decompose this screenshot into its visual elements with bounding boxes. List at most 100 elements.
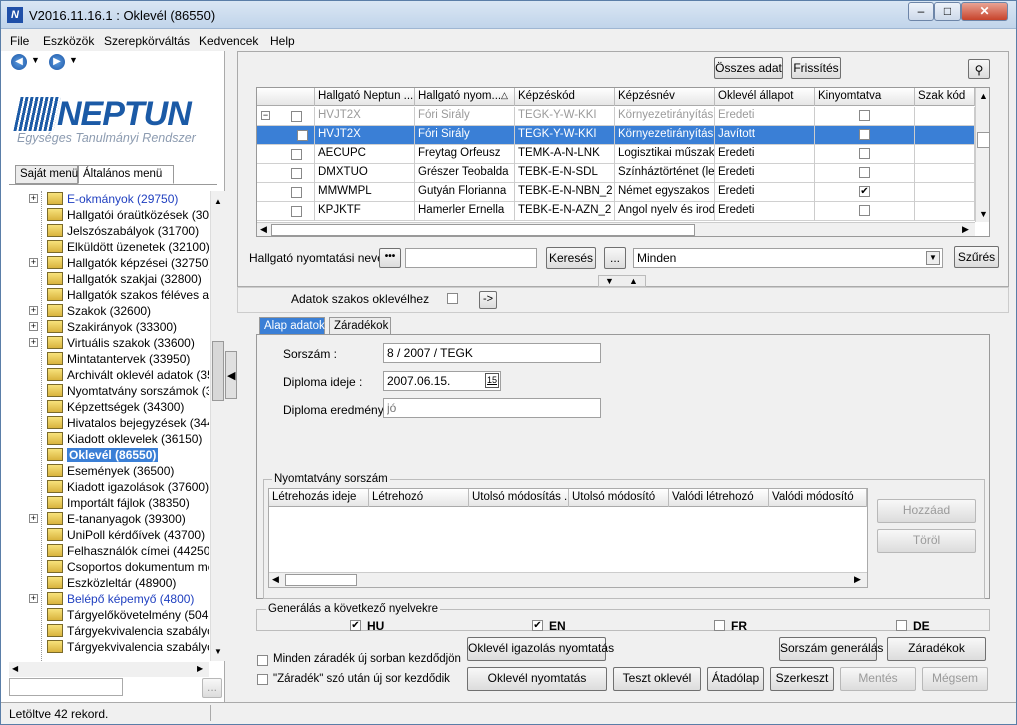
tab-general-menu[interactable]: Általános menü <box>78 165 174 184</box>
major-arrow-button[interactable]: -> <box>479 291 497 309</box>
col-created-at[interactable]: Létrehozás ideje <box>269 489 369 507</box>
menu-search-input[interactable] <box>9 678 123 696</box>
more-options-icon[interactable]: ••• <box>379 248 401 268</box>
menu-tools[interactable]: Eszközök <box>43 34 94 48</box>
col-training-name[interactable]: Képzésnév <box>615 88 715 106</box>
printed-checkbox[interactable]: ✔ <box>859 186 870 197</box>
major-data-checkbox[interactable] <box>447 293 458 304</box>
language-checkbox-hu[interactable]: ✔ <box>350 620 361 631</box>
search-button[interactable]: Keresés <box>546 247 596 269</box>
col-print-name[interactable]: Hallgató nyom... △ <box>415 88 515 106</box>
save-button[interactable]: Mentés <box>840 667 916 691</box>
tree-item[interactable]: + Belépő képemyő (4800) <box>9 591 209 607</box>
col-printed[interactable]: Kinyomtatva <box>815 88 915 106</box>
ps-scroll-left-icon[interactable]: ◀ <box>272 574 279 585</box>
result-input[interactable] <box>383 398 601 418</box>
tree-item[interactable]: Oklevél (86550) <box>9 447 209 463</box>
date-input[interactable] <box>383 371 501 391</box>
back-icon[interactable]: ◀ <box>11 54 27 70</box>
expand-up-icon[interactable]: ▲ <box>629 276 638 286</box>
tree-item[interactable]: Felhasználók címei (44250) <box>9 543 209 559</box>
option-clause-word-checkbox[interactable] <box>257 674 268 685</box>
tree-item[interactable]: Tárgyekvivalencia szabályok <box>9 639 209 655</box>
cancel-button[interactable]: Mégsem <box>922 667 988 691</box>
printed-checkbox[interactable] <box>859 129 870 140</box>
forward-icon[interactable]: ▶ <box>49 54 65 70</box>
col-last-modified[interactable]: Utolsó módosítás ... <box>469 489 569 507</box>
scroll-thumb[interactable] <box>212 341 224 401</box>
tree-item[interactable]: UniPoll kérdőívek (43700) <box>9 527 209 543</box>
grid-scroll-left-icon[interactable]: ◀ <box>260 224 267 235</box>
col-real-creator[interactable]: Valódi létrehozó <box>669 489 769 507</box>
transfer-sheet-button[interactable]: Átadólap <box>707 667 764 691</box>
printed-checkbox[interactable] <box>859 205 870 216</box>
grid-horizontal-scrollbar[interactable]: ◀ ▶ <box>257 222 975 236</box>
serial-input[interactable] <box>383 343 601 363</box>
tree-item[interactable]: Tárgyelőkövetelmény (50450) <box>9 607 209 623</box>
expand-icon[interactable]: + <box>29 258 38 267</box>
collapse-down-icon[interactable]: ▼ <box>605 276 614 286</box>
minimize-button[interactable]: – <box>908 2 934 21</box>
tree-item[interactable]: Archivált oklevél adatok (359 <box>9 367 209 383</box>
refresh-button[interactable]: Frissítés <box>791 57 841 79</box>
calendar-icon[interactable]: 15 <box>485 373 499 388</box>
table-row[interactable]: KPJKTF Hamerler Ernella TEBK-E-N-AZN_2 Ango… <box>257 202 975 221</box>
tree-item[interactable]: Importált fájlok (38350) <box>9 495 209 511</box>
print-name-input[interactable] <box>405 248 537 268</box>
table-row[interactable]: AECUPC Freytag Orfeusz TEMK-A-N-LNK Logiszt… <box>257 145 975 164</box>
tree-item[interactable]: Hallgatói óraütközések (3010 <box>9 207 209 223</box>
tree-item[interactable]: Nyomtatvány sorszámok (359 <box>9 383 209 399</box>
scroll-left-icon[interactable]: ◀ <box>12 664 18 673</box>
table-row[interactable]: MMWMPL Gutyán Florianna TEBK-E-N-NBN_2 Néme… <box>257 183 975 202</box>
tree-item[interactable]: Elküldött üzenetek (32100) <box>9 239 209 255</box>
test-diploma-button[interactable]: Teszt oklevél <box>613 667 701 691</box>
expand-icon[interactable]: + <box>29 338 38 347</box>
print-serial-hscroll[interactable]: ◀ ▶ <box>269 572 867 587</box>
forward-dropdown-icon[interactable]: ▼ <box>69 55 78 65</box>
tree-item[interactable]: Hivatalos bejegyzések (3440( <box>9 415 209 431</box>
tree-item[interactable]: Csoportos dokumentum megte <box>9 559 209 575</box>
grid-scroll-up-icon[interactable]: ▲ <box>979 91 988 101</box>
printed-checkbox[interactable] <box>859 148 870 159</box>
back-dropdown-icon[interactable]: ▼ <box>31 55 40 65</box>
edit-button[interactable]: Szerkeszt <box>770 667 834 691</box>
close-button[interactable]: ✕ <box>961 2 1008 21</box>
tree-item[interactable]: + Szakirányok (33300) <box>9 319 209 335</box>
printed-checkbox[interactable] <box>859 167 870 178</box>
ellipsis-button[interactable]: ... <box>604 247 626 269</box>
section-splitter[interactable]: ▼ ▲ <box>598 275 646 287</box>
scroll-right-icon[interactable]: ▶ <box>197 664 203 673</box>
maximize-button[interactable]: □ <box>934 2 961 21</box>
language-checkbox-en[interactable]: ✔ <box>532 620 543 631</box>
tree-item[interactable]: + Szakok (32600) <box>9 303 209 319</box>
col-last-modifier[interactable]: Utolsó módosító <box>569 489 669 507</box>
expand-icon[interactable]: + <box>29 594 38 603</box>
ps-scroll-right-icon[interactable]: ▶ <box>854 574 861 585</box>
tree-item[interactable]: Kiadott oklevelek (36150) <box>9 431 209 447</box>
expand-icon[interactable]: + <box>29 322 38 331</box>
printed-checkbox[interactable] <box>859 110 870 121</box>
menu-favorites[interactable]: Kedvencek <box>199 34 258 48</box>
tree-item[interactable]: Kiadott igazolások (37600) <box>9 479 209 495</box>
scroll-down-icon[interactable]: ▼ <box>214 647 222 656</box>
tree-item[interactable]: Hallgatók szakjai (32800) <box>9 271 209 287</box>
clauses-button[interactable]: Záradékok <box>887 637 986 661</box>
table-row[interactable]: − HVJT2X Fóri Sirály TEGK-Y-W-KKI Környezeti… <box>257 107 975 126</box>
all-data-button[interactable]: Összes adat <box>714 57 783 79</box>
tree-horizontal-scrollbar[interactable]: ◀ ▶ <box>9 662 209 677</box>
col-neptun[interactable]: Hallgató Neptun ... <box>315 88 415 106</box>
pin-icon[interactable]: ⚲ <box>968 59 990 79</box>
tree-item[interactable]: Hallgatók szakos féléves ada <box>9 287 209 303</box>
menu-role-switch[interactable]: Szerepkörváltás <box>104 34 190 48</box>
grid-hscroll-thumb[interactable] <box>271 224 695 236</box>
expand-icon[interactable]: + <box>29 194 38 203</box>
table-row[interactable]: HVJT2X Fóri Sirály TEGK-Y-W-KKI Környezetir… <box>257 126 975 145</box>
grid-scroll-down-icon[interactable]: ▼ <box>979 209 988 219</box>
diploma-print-button[interactable]: Oklevél nyomtatás <box>467 667 607 691</box>
language-checkbox-fr[interactable] <box>714 620 725 631</box>
tree-item[interactable]: Tárgyekvivalencia szabályok <box>9 623 209 639</box>
tree-item[interactable]: + Hallgatók képzései (32750) <box>9 255 209 271</box>
table-row[interactable]: DMXTUO Grészer Teobalda TEBK-E-N-SDL Színhá… <box>257 164 975 183</box>
chevron-down-icon[interactable]: ▼ <box>926 251 940 265</box>
menu-help[interactable]: Help <box>270 34 295 48</box>
